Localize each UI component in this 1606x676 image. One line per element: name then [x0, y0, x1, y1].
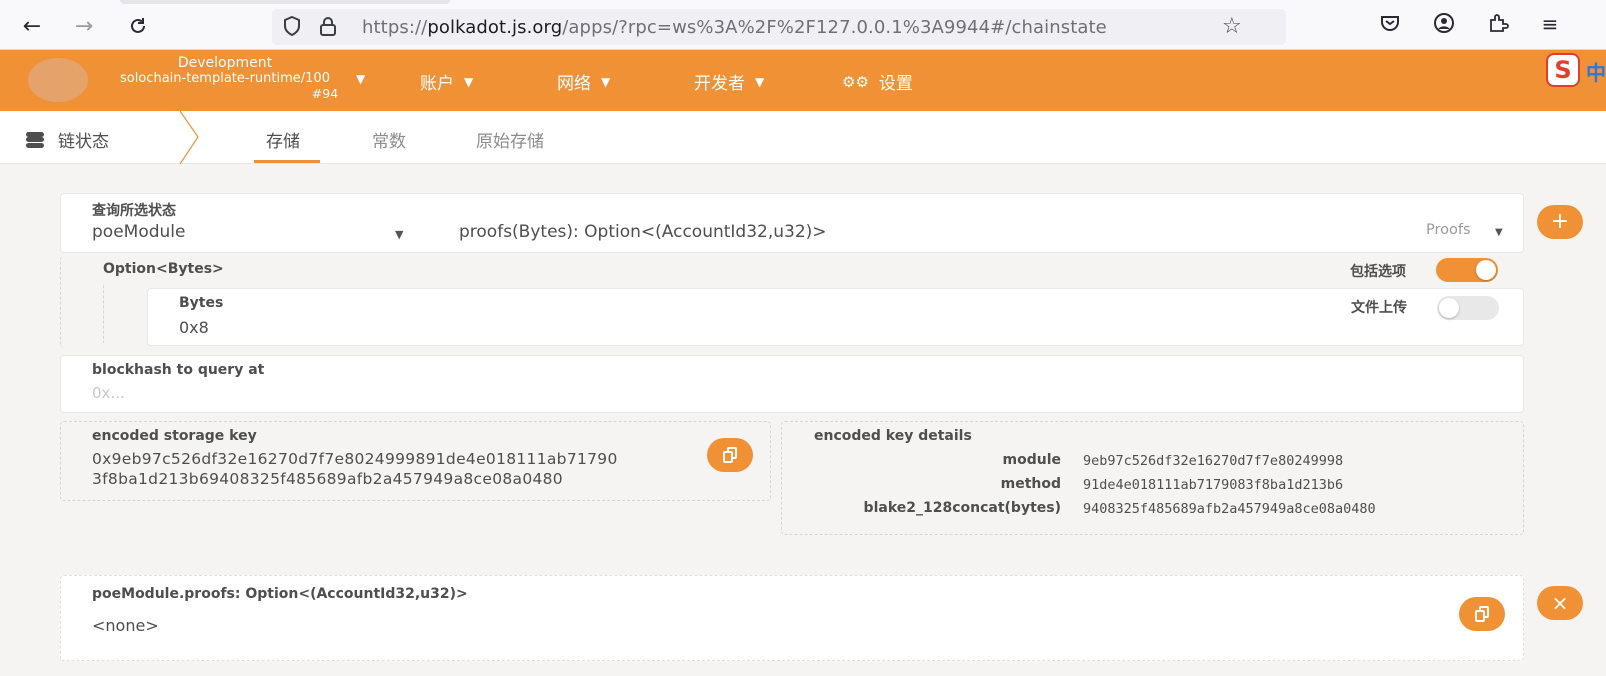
menu-developer[interactable]: 开发者 ▼ — [694, 69, 764, 94]
blockhash-panel: blockhash to query at 0x... — [60, 355, 1524, 413]
module-dropdown-icon[interactable]: ▼ — [395, 228, 403, 241]
chain-dropdown-icon[interactable]: ▼ — [356, 72, 365, 86]
detail-module-key: module — [1002, 452, 1062, 468]
method-dropdown-icon[interactable]: ▼ — [1495, 227, 1503, 238]
indent-guide — [103, 283, 105, 343]
file-upload-label: 文件上传 — [1351, 300, 1407, 316]
extensions-icon[interactable] — [1484, 12, 1512, 40]
lock-icon[interactable] — [318, 15, 338, 42]
sogou-icon: S — [1546, 53, 1580, 87]
chain-env: Development — [177, 55, 273, 71]
menu-network-label: 网络 — [557, 74, 591, 94]
menu-icon[interactable]: ≡ — [1536, 12, 1564, 40]
url-text[interactable]: https://polkadot.js.org/apps/?rpc=ws%3A%… — [362, 17, 1107, 38]
file-upload-toggle[interactable] — [1437, 296, 1499, 320]
star-icon[interactable]: ☆ — [1222, 14, 1242, 39]
back-icon[interactable]: ← — [18, 12, 46, 40]
forward-icon[interactable]: → — [70, 12, 98, 40]
menu-settings[interactable]: ⚙⚙ 设置 — [842, 69, 913, 95]
encoded-key-label: encoded storage key — [92, 428, 257, 444]
url-bar[interactable]: https://polkadot.js.org/apps/?rpc=ws%3A%… — [272, 9, 1286, 45]
encoded-key-line-2: 3f8ba1d213b69408325f485689afb2a457949a8c… — [92, 470, 563, 488]
chevron-down-icon: ▼ — [755, 74, 765, 89]
module-select[interactable]: poeModule — [92, 222, 185, 242]
chain-logo[interactable] — [28, 58, 88, 102]
result-value: <none> — [92, 616, 159, 635]
detail-module-value: 9eb97c526df32e16270d7f7e80249998 — [1083, 453, 1344, 469]
bytes-label: Bytes — [179, 295, 224, 311]
active-tab-indicator — [254, 160, 320, 163]
chain-selector[interactable]: Development solochain-template-runtime/1… — [100, 55, 350, 102]
toggle-knob — [1439, 298, 1459, 318]
query-result-panel: poeModule.proofs: Option<(AccountId32,u3… — [60, 575, 1524, 661]
chain-runtime: solochain-template-runtime/100 — [120, 71, 330, 86]
menu-developer-label: 开发者 — [694, 74, 745, 94]
shield-icon[interactable] — [282, 15, 302, 42]
toggle-knob — [1476, 260, 1496, 280]
ime-indicator[interactable]: S 中 — [1546, 53, 1606, 89]
add-query-button[interactable]: + — [1537, 205, 1583, 239]
param-type-label: Option<Bytes> — [103, 261, 224, 277]
encoded-details-panel: encoded key details module 9eb97c526df32… — [781, 421, 1524, 535]
section-title-label: 链状态 — [58, 132, 109, 152]
menu-network[interactable]: 网络 ▼ — [557, 69, 610, 94]
app-header: Development solochain-template-runtime/1… — [0, 50, 1606, 111]
menu-accounts-label: 账户 — [420, 74, 454, 94]
include-option-toggle[interactable] — [1436, 258, 1498, 282]
menu-settings-label: 设置 — [878, 74, 913, 94]
result-label: poeModule.proofs: Option<(AccountId32,u3… — [92, 586, 468, 602]
tab-raw-storage[interactable]: 原始存储 — [476, 127, 544, 152]
breadcrumb-separator-icon — [179, 111, 199, 164]
bytes-input-panel: Bytes 0x8 文件上传 — [147, 288, 1524, 346]
encoded-details-label: encoded key details — [814, 428, 972, 444]
copy-result-button[interactable] — [1459, 597, 1505, 631]
account-icon[interactable] — [1430, 12, 1458, 40]
pocket-icon[interactable] — [1376, 12, 1404, 40]
sub-nav: 链状态 存储 常数 原始存储 — [0, 111, 1606, 164]
blockhash-label: blockhash to query at — [92, 362, 265, 378]
ime-lang: 中 — [1586, 61, 1606, 85]
chevron-down-icon: ▼ — [601, 74, 611, 89]
detail-method-value: 91de4e018111ab7179083f8ba1d213b6 — [1083, 477, 1344, 493]
query-label: 查询所选状态 — [92, 203, 176, 219]
detail-hasher-key: blake2_128concat(bytes) — [863, 500, 1061, 516]
encoded-key-line-1: 0x9eb97c526df32e16270d7f7e8024999891de4e… — [92, 450, 618, 468]
menu-accounts[interactable]: 账户 ▼ — [420, 69, 473, 94]
copy-key-button[interactable] — [707, 438, 753, 472]
detail-hasher-value: 9408325f485689afb2a457949a8ce08a0480 — [1083, 501, 1376, 517]
detail-method-key: method — [1000, 476, 1061, 492]
tab-constants[interactable]: 常数 — [372, 127, 406, 152]
database-icon — [26, 131, 44, 148]
include-option-label: 包括选项 — [1350, 264, 1406, 280]
query-selector-panel: 查询所选状态 poeModule ▼ proofs(Bytes): Option… — [60, 193, 1524, 253]
gears-icon: ⚙⚙ — [842, 72, 869, 91]
reload-icon[interactable] — [124, 12, 152, 40]
method-doc-label: Proofs — [1426, 222, 1471, 238]
chevron-down-icon: ▼ — [464, 74, 474, 89]
copy-icon — [1475, 606, 1490, 622]
chain-block: #94 — [311, 86, 339, 101]
bytes-input[interactable]: 0x8 — [179, 318, 209, 337]
encoded-key-panel: encoded storage key 0x9eb97c526df32e1627… — [60, 421, 771, 501]
copy-icon — [723, 447, 738, 463]
browser-tab-edge — [120, 0, 450, 4]
method-select[interactable]: proofs(Bytes): Option<(AccountId32,u32)> — [459, 222, 827, 242]
remove-result-button[interactable]: × — [1537, 586, 1583, 620]
browser-toolbar: ← → https://polkadot.js.org/apps/?rpc=ws… — [0, 0, 1606, 50]
section-title: 链状态 — [26, 127, 109, 152]
blockhash-input[interactable]: 0x... — [92, 384, 125, 402]
tab-storage[interactable]: 存储 — [266, 127, 300, 152]
